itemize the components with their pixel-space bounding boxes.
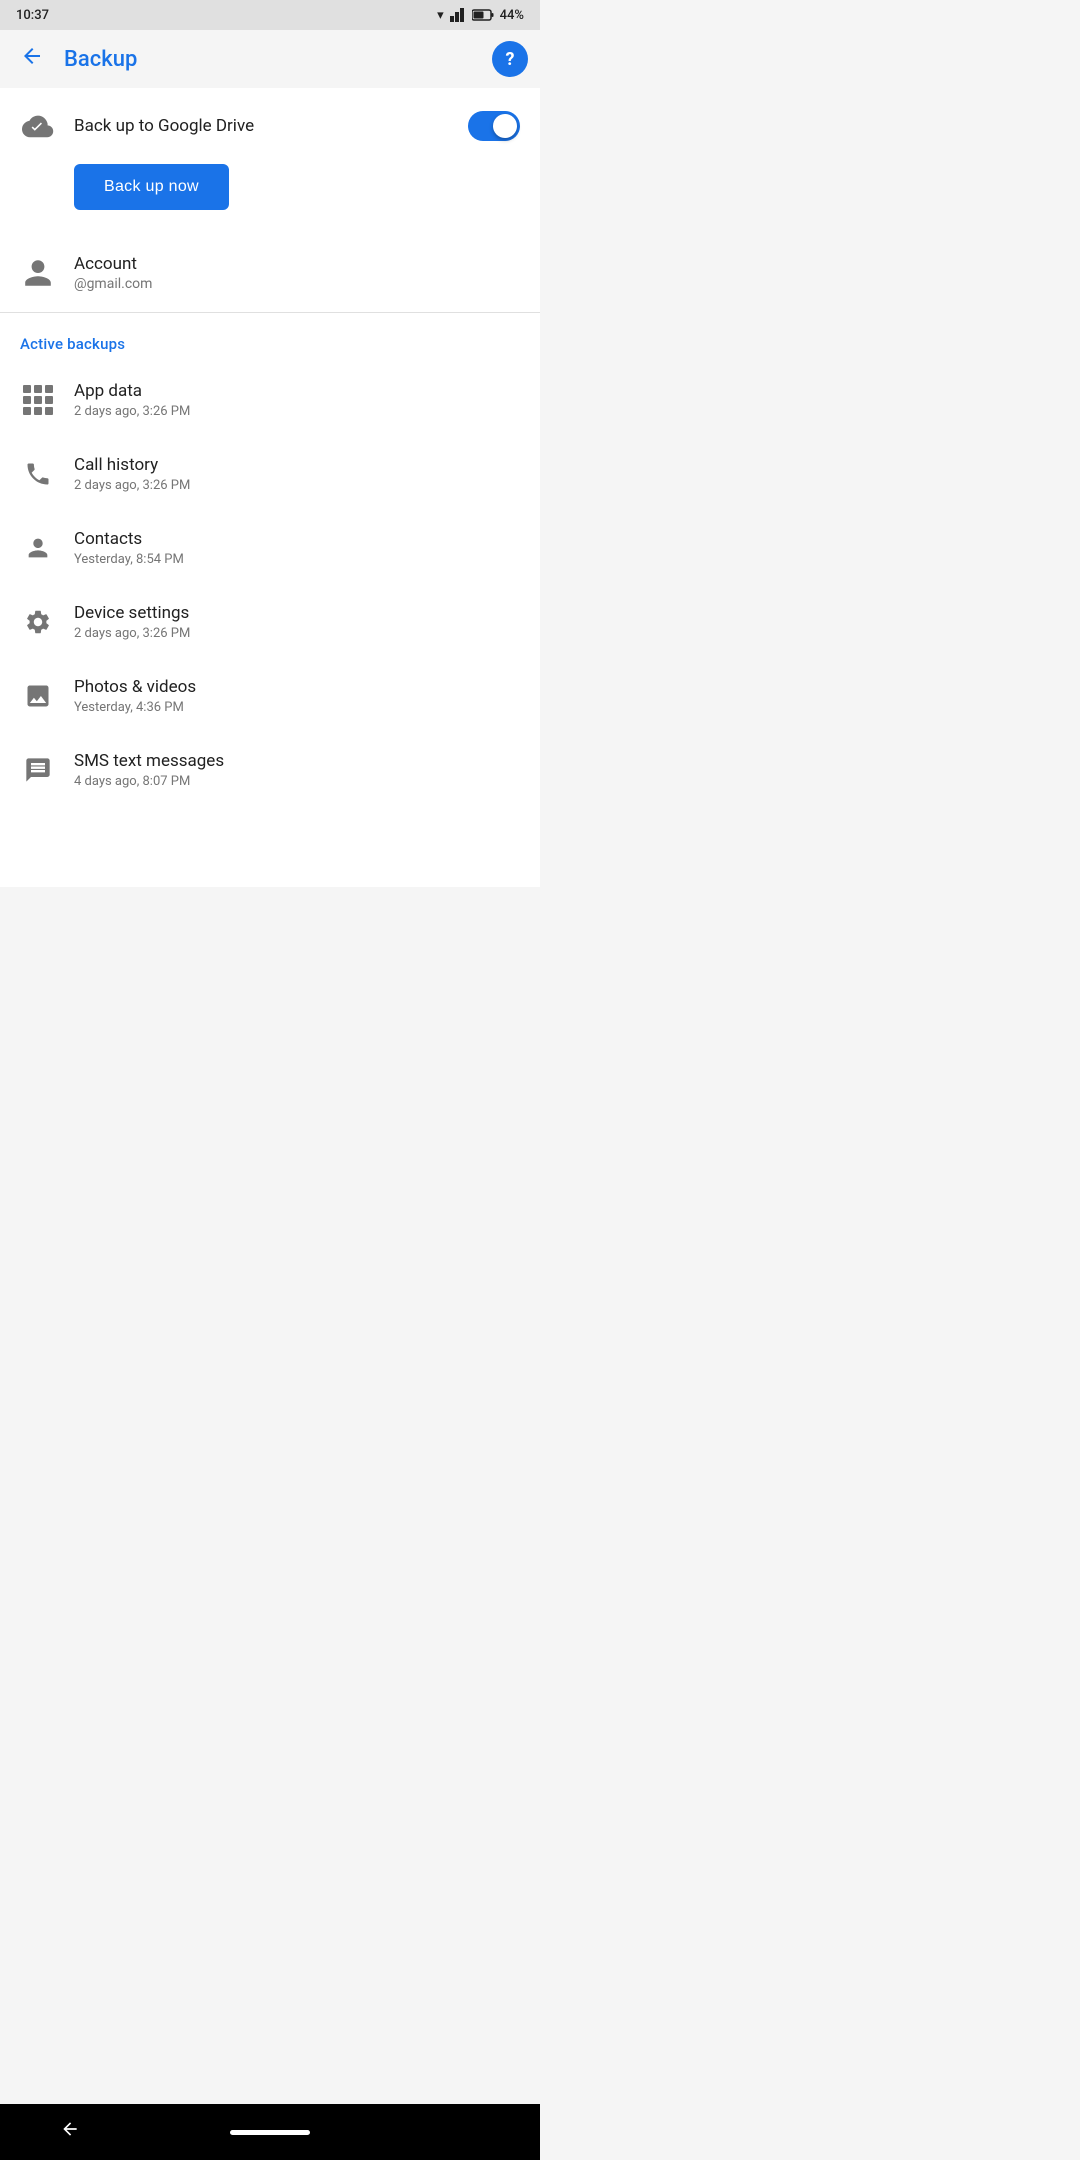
backup-item-contacts: Contacts Yesterday, 8:54 PM bbox=[0, 511, 540, 585]
backup-item-sms: SMS text messages 4 days ago, 8:07 PM bbox=[0, 733, 540, 807]
cloud-check-icon bbox=[20, 108, 56, 144]
sms-text: SMS text messages 4 days ago, 8:07 PM bbox=[74, 751, 520, 789]
backup-item-app-data: App data 2 days ago, 3:26 PM bbox=[0, 363, 540, 437]
account-icon bbox=[20, 255, 56, 291]
content-area: Back up to Google Drive Back up now Acco… bbox=[0, 88, 540, 887]
backup-drive-toggle[interactable] bbox=[468, 111, 520, 141]
toggle-track bbox=[468, 111, 520, 141]
device-settings-icon bbox=[20, 604, 56, 640]
backup-now-button[interactable]: Back up now bbox=[74, 164, 229, 210]
help-button[interactable]: ? bbox=[492, 41, 528, 77]
call-history-text: Call history 2 days ago, 3:26 PM bbox=[74, 455, 520, 493]
toggle-thumb bbox=[493, 114, 517, 138]
contacts-icon bbox=[20, 530, 56, 566]
backup-item-photos: Photos & videos Yesterday, 4:36 PM bbox=[0, 659, 540, 733]
backup-item-call-history: Call history 2 days ago, 3:26 PM bbox=[0, 437, 540, 511]
account-row[interactable]: Account @gmail.com bbox=[0, 234, 540, 312]
backup-now-row: Back up now bbox=[0, 164, 540, 234]
battery-percent: 44% bbox=[500, 8, 524, 23]
call-history-icon bbox=[20, 456, 56, 492]
signal-icon bbox=[450, 8, 466, 22]
time-display: 10:37 bbox=[16, 8, 49, 23]
header: Backup ? bbox=[0, 30, 540, 88]
backup-item-device-settings: Device settings 2 days ago, 3:26 PM bbox=[0, 585, 540, 659]
contacts-text: Contacts Yesterday, 8:54 PM bbox=[74, 529, 520, 567]
photos-icon bbox=[20, 678, 56, 714]
device-settings-text: Device settings 2 days ago, 3:26 PM bbox=[74, 603, 520, 641]
status-icons: ▾ 44% bbox=[437, 8, 524, 23]
app-data-icon bbox=[20, 382, 56, 418]
nav-home-pill[interactable] bbox=[230, 2130, 310, 2135]
battery-icon bbox=[472, 9, 494, 21]
bottom-spacer bbox=[0, 807, 540, 887]
backup-drive-label: Back up to Google Drive bbox=[74, 116, 450, 136]
active-backups-header: Active backups bbox=[0, 313, 540, 363]
status-bar: 10:37 ▾ 44% bbox=[0, 0, 540, 30]
wifi-icon: ▾ bbox=[437, 8, 444, 23]
page-title: Backup bbox=[64, 47, 480, 72]
sms-icon bbox=[20, 752, 56, 788]
back-button[interactable] bbox=[12, 36, 52, 82]
bottom-navigation bbox=[0, 2104, 540, 2160]
app-data-text: App data 2 days ago, 3:26 PM bbox=[74, 381, 520, 419]
nav-back-button[interactable] bbox=[60, 2119, 80, 2145]
account-text: Account @gmail.com bbox=[74, 254, 520, 292]
active-backups-title: Active backups bbox=[20, 335, 520, 353]
backup-google-drive-row: Back up to Google Drive bbox=[0, 88, 540, 164]
photos-text: Photos & videos Yesterday, 4:36 PM bbox=[74, 677, 520, 715]
